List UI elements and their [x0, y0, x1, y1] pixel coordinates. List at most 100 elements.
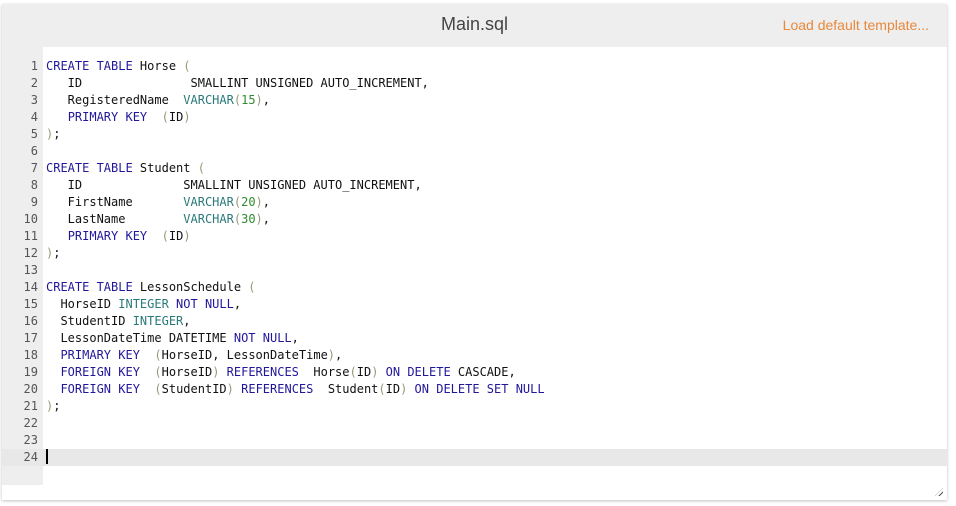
code-line[interactable]: 11 PRIMARY KEY (ID) [2, 228, 947, 245]
code-line[interactable]: 18 PRIMARY KEY (HorseID, LessonDateTime)… [2, 347, 947, 364]
line-number: 12 [2, 245, 38, 262]
line-number-text: 2 [30, 76, 38, 90]
line-number: 10 [2, 211, 38, 228]
code-line[interactable]: 21); [2, 398, 947, 415]
code-line[interactable]: 5); [2, 126, 947, 143]
line-number-text: 16 [23, 314, 38, 328]
line-number-text: 5 [30, 127, 38, 141]
code-line[interactable]: 3 RegisteredName VARCHAR(15), [2, 92, 947, 109]
resize-handle-icon[interactable] [935, 488, 943, 496]
sql-keyword: FOREIGN KEY [60, 382, 140, 396]
sql-text: LessonSchedule [139, 280, 249, 294]
text-cursor [46, 449, 48, 464]
sql-text: Student [313, 382, 379, 396]
code-line[interactable]: 8 ID SMALLINT UNSIGNED AUTO_INCREMENT, [2, 177, 947, 194]
sql-text: HorseID [161, 365, 213, 379]
line-number: 13 [2, 262, 38, 279]
sql-bracket: ( [161, 110, 169, 124]
sql-bracket: ( [154, 382, 162, 396]
load-default-template-link[interactable]: Load default template... [783, 17, 929, 33]
line-number: 23 [2, 432, 38, 449]
sql-bracket: ( [183, 59, 191, 73]
code-line[interactable]: 1 CREATE TABLE Horse ( [2, 58, 947, 75]
code-line[interactable]: 12); [2, 245, 947, 262]
line-number: 16 [2, 313, 38, 330]
line-code: HorseID INTEGER NOT NULL, [46, 296, 241, 313]
sql-text: , [183, 314, 191, 328]
code-lines[interactable]: 1 CREATE TABLE Horse (2 ID SMALLINT UNSIG… [2, 58, 947, 466]
line-number-text: 15 [23, 297, 38, 311]
sql-bracket: ( [197, 161, 205, 175]
code-line[interactable]: 7 CREATE TABLE Student ( [2, 160, 947, 177]
code-line[interactable]: 19 FOREIGN KEY (HorseID) REFERENCES Hors… [2, 364, 947, 381]
line-code: CREATE TABLE LessonSchedule ( [46, 279, 256, 296]
sql-text: ID [356, 365, 372, 379]
line-code: ID SMALLINT UNSIGNED AUTO_INCREMENT, [46, 177, 422, 194]
line-number: 9 [2, 194, 38, 211]
sql-bracket: ( [248, 280, 256, 294]
code-line[interactable]: 4 PRIMARY KEY (ID) [2, 109, 947, 126]
sql-keyword: ON DELETE [378, 365, 451, 379]
line-code: StudentID INTEGER, [46, 313, 191, 330]
sql-bracket: ) [327, 348, 336, 362]
code-line[interactable]: 22 [2, 415, 947, 432]
line-number-text: 7 [30, 161, 38, 175]
sql-bracket: ( [378, 382, 386, 396]
code-editor[interactable]: 1 CREATE TABLE Horse (2 ID SMALLINT UNSIG… [2, 47, 947, 500]
sql-keyword: ON DELETE SET NULL [407, 382, 545, 396]
sql-type: VARCHAR [183, 93, 234, 107]
code-line[interactable]: 10 LastName VARCHAR(30), [2, 211, 947, 228]
sql-text: ; [53, 127, 61, 141]
sql-text: , [262, 212, 271, 226]
line-code [46, 449, 48, 466]
sql-type: INTEGER [132, 314, 184, 328]
line-number-text: 20 [23, 382, 38, 396]
line-code: PRIMARY KEY (ID) [46, 109, 191, 126]
sql-keyword: PRIMARY KEY [67, 110, 148, 124]
sql-number: 30 [241, 212, 256, 226]
code-line[interactable]: 17 LessonDateTime DATETIME NOT NULL, [2, 330, 947, 347]
sql-text: ; [53, 246, 61, 260]
line-code: PRIMARY KEY (ID) [46, 228, 191, 245]
code-line[interactable]: 20 FOREIGN KEY (StudentID) REFERENCES St… [2, 381, 947, 398]
sql-bracket: ( [161, 229, 169, 243]
line-code: LastName VARCHAR(30), [46, 211, 270, 228]
sql-number: 20 [241, 195, 256, 209]
line-number-text: 24 [23, 450, 38, 464]
line-number-text: 18 [23, 348, 38, 362]
sql-keyword: CREATE TABLE [46, 161, 140, 175]
sql-text: ID SMALLINT UNSIGNED AUTO_INCREMENT, [46, 178, 422, 192]
sql-text: StudentID [161, 382, 227, 396]
line-number-text: 23 [23, 433, 38, 447]
code-line[interactable]: 2 ID SMALLINT UNSIGNED AUTO_INCREMENT, [2, 75, 947, 92]
sql-text: ID [385, 382, 401, 396]
sql-bracket: ( [233, 212, 242, 226]
code-line[interactable]: 13 [2, 262, 947, 279]
sql-text: ID [168, 110, 184, 124]
sql-keyword: FOREIGN KEY [60, 365, 140, 379]
sql-keyword: NOT NULL [168, 297, 234, 311]
line-number-text: 3 [30, 93, 38, 107]
code-line[interactable]: 6 [2, 143, 947, 160]
sql-bracket: ) [255, 195, 263, 209]
sql-keyword: CREATE TABLE [46, 59, 140, 73]
code-line[interactable]: 16 StudentID INTEGER, [2, 313, 947, 330]
code-line[interactable]: 24 [2, 449, 947, 466]
code-line[interactable]: 23 [2, 432, 947, 449]
line-number-text: 8 [30, 178, 38, 192]
code-line[interactable]: 9 FirstName VARCHAR(20), [2, 194, 947, 211]
editor-header: Main.sql Load default template... [2, 4, 947, 47]
line-number: 11 [2, 228, 38, 245]
code-line[interactable]: 14 CREATE TABLE LessonSchedule ( [2, 279, 947, 296]
sql-text: ID SMALLINT UNSIGNED AUTO_INCREMENT, [46, 76, 429, 90]
code-line[interactable]: 15 HorseID INTEGER NOT NULL, [2, 296, 947, 313]
sql-keyword: PRIMARY KEY [60, 348, 140, 362]
line-number: 3 [2, 92, 38, 109]
line-number-text: 6 [30, 144, 38, 158]
